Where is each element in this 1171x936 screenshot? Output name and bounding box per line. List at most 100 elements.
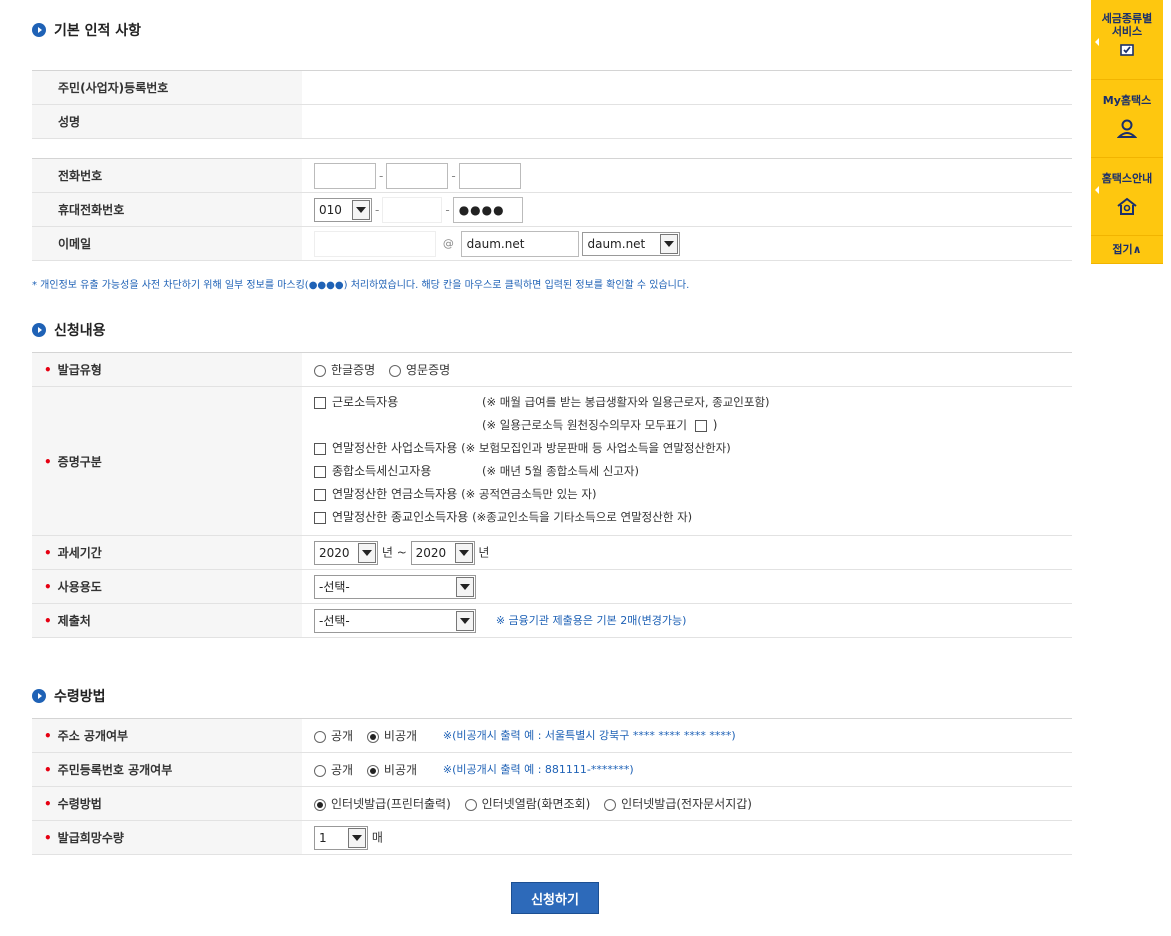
issue-english-radio[interactable]: 영문증명: [389, 361, 450, 378]
checkbox-icon[interactable]: [314, 442, 326, 455]
issue-korean-radio[interactable]: 한글증명: [314, 361, 375, 378]
table-row: 성명: [32, 104, 1072, 139]
quick-item-my-hometax[interactable]: My홈택스: [1091, 80, 1163, 158]
chevron-down-icon: [454, 542, 473, 563]
rrn-value: [302, 70, 1072, 105]
mobile-label: 휴대전화번호: [32, 192, 302, 227]
submit-to-label: • 제출처: [32, 603, 302, 638]
phone-part-3-input[interactable]: [458, 162, 521, 189]
checkbox-icon[interactable]: [314, 465, 326, 478]
person-icon: [1091, 118, 1163, 138]
cert-option: 종합소득세신고자용 (※ 매년 5월 종합소득세 신고자): [314, 460, 1072, 483]
chevron-down-icon: [352, 199, 370, 220]
table-row: • 제출처 -선택- ※ 금융기관 제출용은 기본 2매(변경가능): [32, 603, 1072, 638]
table-row: • 발급유형 한글증명 영문증명: [32, 352, 1072, 387]
table-row: 휴대전화번호 010- - ●●●●: [32, 192, 1072, 227]
table-row: • 과세기간 2020 년 ~ 2020 년: [32, 535, 1072, 570]
email-id-input[interactable]: [314, 230, 436, 257]
email-domain-select[interactable]: daum.net: [582, 231, 681, 256]
usage-field: -선택-: [302, 569, 1072, 604]
table-row: • 사용용도 -선택-: [32, 569, 1072, 604]
submit-to-note: ※ 금융기관 제출용은 기본 2매(변경가능): [495, 614, 687, 627]
method-wallet-radio[interactable]: 인터넷발급(전자문서지갑): [604, 795, 752, 812]
contact-table: 전화번호 -- 휴대전화번호 010- - ●●●● 이메일 @ daum.net …: [32, 158, 1072, 261]
rrn-public-radio[interactable]: 공개: [314, 761, 353, 778]
address-note: ※(비공개시 출력 예 : 서울특별시 강북구 **** **** **** *…: [442, 729, 736, 742]
checkbox-icon[interactable]: [314, 488, 326, 501]
email-domain-input[interactable]: daum.net: [460, 230, 579, 257]
rrn-public-field: 공개 비공개 ※(비공개시 출력 예 : 881111-*******): [302, 752, 1072, 787]
checkbox-icon[interactable]: [694, 419, 707, 432]
method-print-radio[interactable]: 인터넷발급(프린터출력): [314, 795, 451, 812]
period-from-select[interactable]: 2020: [314, 540, 378, 565]
table-row: • 발급희망수량 1 매: [32, 820, 1072, 855]
masking-notice: * 개인정보 유출 가능성을 사전 차단하기 위해 일부 정보를 마스킹(●●●…: [32, 280, 690, 291]
address-public-label: • 주소 공개여부: [32, 718, 302, 753]
submit-to-select[interactable]: -선택-: [314, 608, 476, 633]
phone-field: --: [302, 158, 1072, 193]
basic-info-table: 주민(사업자)등록번호 성명: [32, 70, 1072, 139]
cert-field: 근로소득자용 (※ 매월 급여를 받는 봉급생활자와 일용근로자, 종교인포함) …: [302, 386, 1072, 536]
quick-item-tax-service[interactable]: 세금종류별 서비스: [1091, 0, 1163, 80]
checkbox-icon: [1091, 44, 1163, 56]
chevron-down-icon: [348, 827, 366, 848]
section-title-basic: 기본 인적 사항: [32, 20, 141, 40]
section-bullet-icon: [32, 323, 46, 337]
table-row: 주민(사업자)등록번호: [32, 70, 1072, 105]
phone-label: 전화번호: [32, 158, 302, 193]
method-view-radio[interactable]: 인터넷열람(화면조회): [464, 795, 590, 812]
apply-table: • 발급유형 한글증명 영문증명 • 증명구분 근로소득자용 (※ 매월 급여를 받는…: [32, 352, 1072, 638]
mobile-middle-input[interactable]: [382, 196, 443, 223]
chevron-down-icon: [660, 233, 679, 254]
address-public-radio[interactable]: 공개: [314, 727, 353, 744]
quick-item-hometax-guide[interactable]: 홈택스안내: [1091, 158, 1163, 236]
usage-label: • 사용용도: [32, 569, 302, 604]
section-bullet-icon: [32, 689, 46, 703]
quick-menu: 세금종류별 서비스 My홈택스 홈택스안내 접기∧: [1091, 0, 1163, 264]
rrn-label: 주민(사업자)등록번호: [32, 70, 302, 105]
cert-option: 연말정산한 종교인소득자용 (※종교인소득을 기타소득으로 연말정산한 자): [314, 506, 1072, 529]
chevron-down-icon: [358, 542, 376, 563]
cert-option: 연말정산한 연금소득자용 (※ 공적연금소득만 있는 자): [314, 483, 1072, 506]
rrn-note: ※(비공개시 출력 예 : 881111-*******): [442, 763, 634, 776]
rrn-public-label: • 주민등록번호 공개여부: [32, 752, 302, 787]
checkbox-icon[interactable]: [314, 511, 326, 524]
phone-part-1-input[interactable]: [314, 162, 376, 189]
rrn-private-radio[interactable]: 비공개: [366, 761, 417, 778]
receive-table: • 주소 공개여부 공개 비공개 ※(비공개시 출력 예 : 서울특별시 강북구 …: [32, 718, 1072, 855]
cert-label: • 증명구분: [32, 386, 302, 536]
qty-field: 1 매: [302, 820, 1072, 855]
name-value: [302, 104, 1072, 139]
table-row: • 주민등록번호 공개여부 공개 비공개 ※(비공개시 출력 예 : 881111…: [32, 752, 1072, 787]
name-label: 성명: [32, 104, 302, 139]
qty-select[interactable]: 1: [314, 825, 368, 850]
table-row: • 주소 공개여부 공개 비공개 ※(비공개시 출력 예 : 서울특별시 강북구 …: [32, 718, 1072, 753]
section-title-receive: 수령방법: [32, 686, 106, 706]
mobile-last-input[interactable]: ●●●●: [452, 196, 523, 223]
apply-submit-button[interactable]: 신청하기: [511, 882, 599, 914]
mobile-prefix-select[interactable]: 010: [314, 197, 372, 222]
mobile-field: 010- - ●●●●: [302, 192, 1072, 227]
address-private-radio[interactable]: 비공개: [366, 727, 417, 744]
period-to-select[interactable]: 2020: [410, 540, 475, 565]
issue-type-field: 한글증명 영문증명: [302, 352, 1072, 387]
address-public-field: 공개 비공개 ※(비공개시 출력 예 : 서울특별시 강북구 **** ****…: [302, 718, 1072, 753]
email-label: 이메일: [32, 226, 302, 261]
table-row: • 증명구분 근로소득자용 (※ 매월 급여를 받는 봉급생활자와 일용근로자, 종…: [32, 386, 1072, 536]
chevron-down-icon: [456, 610, 474, 631]
qty-label: • 발급희망수량: [32, 820, 302, 855]
daily-worker-option: (※ 일용근로소득 원천징수의무자 모두표기 ): [482, 418, 718, 432]
email-field: @ daum.net daum.net: [302, 226, 1072, 261]
phone-part-2-input[interactable]: [386, 162, 449, 189]
section-bullet-icon: [32, 23, 46, 37]
section-title-apply: 신청내용: [32, 320, 106, 340]
chevron-down-icon: [456, 576, 474, 597]
usage-select[interactable]: -선택-: [314, 574, 476, 599]
quick-fold-button[interactable]: 접기∧: [1091, 236, 1163, 264]
method-label: • 수령방법: [32, 786, 302, 821]
home-icon: [1091, 196, 1163, 216]
table-row: 전화번호 --: [32, 158, 1072, 193]
cert-option: 근로소득자용 (※ 매월 급여를 받는 봉급생활자와 일용근로자, 종교인포함): [314, 391, 1072, 414]
table-row: 이메일 @ daum.net daum.net: [32, 226, 1072, 261]
checkbox-icon[interactable]: [314, 396, 326, 409]
